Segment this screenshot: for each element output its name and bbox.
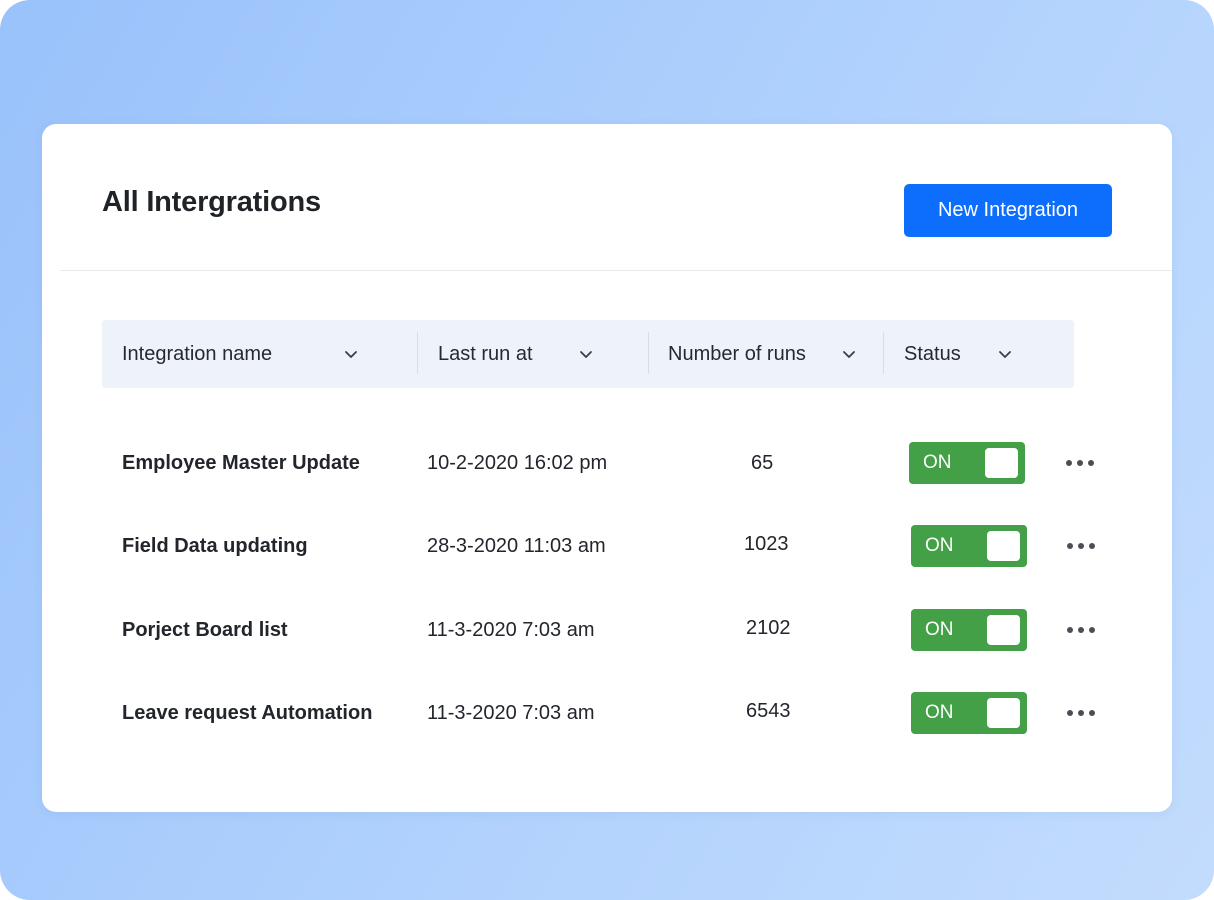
dots-glyph <box>1066 460 1094 466</box>
toggle-knob <box>987 698 1020 728</box>
status-toggle-label: ON <box>925 619 954 640</box>
column-header-label: Last run at <box>438 342 533 365</box>
table-header: Integration name Last run at Number of r… <box>102 320 1074 388</box>
column-separator <box>417 332 418 374</box>
column-header-label: Status <box>904 342 961 365</box>
number-of-runs: 6543 <box>746 699 791 722</box>
chevron-down-icon[interactable] <box>839 344 859 364</box>
number-of-runs: 65 <box>751 451 774 474</box>
column-separator <box>883 332 884 374</box>
dots-glyph <box>1067 543 1095 549</box>
number-of-runs: 2102 <box>746 616 791 639</box>
table-row[interactable]: Leave request Automation 11-3-2020 7:03 … <box>102 671 1112 755</box>
status-toggle-label: ON <box>923 452 952 473</box>
more-horizontal-icon[interactable] <box>1065 618 1097 642</box>
chevron-down-icon[interactable] <box>995 344 1015 364</box>
column-header-number-of-runs[interactable]: Number of runs <box>668 320 878 388</box>
toggle-knob <box>985 448 1018 478</box>
last-run-at: 10-2-2020 16:02 pm <box>427 451 608 474</box>
status-toggle[interactable]: ON <box>911 525 1027 567</box>
status-toggle[interactable]: ON <box>911 609 1027 651</box>
column-header-label: Integration name <box>122 342 273 365</box>
toggle-knob <box>987 531 1020 561</box>
integration-name: Field Data updating <box>122 534 308 557</box>
column-header-last-run-at[interactable]: Last run at <box>438 320 638 388</box>
dots-glyph <box>1067 710 1095 716</box>
background: All Intergrations New Integration Integr… <box>0 0 1214 900</box>
last-run-at: 11-3-2020 7:03 am <box>427 618 595 641</box>
column-header-integration-name[interactable]: Integration name <box>122 320 412 388</box>
more-horizontal-icon[interactable] <box>1064 451 1096 475</box>
column-header-status[interactable]: Status <box>904 320 1044 388</box>
more-horizontal-icon[interactable] <box>1065 701 1097 725</box>
status-toggle-label: ON <box>925 535 954 556</box>
table-row[interactable]: Porject Board list 11-3-2020 7:03 am 210… <box>102 588 1112 672</box>
dots-glyph <box>1067 627 1095 633</box>
new-integration-button[interactable]: New Integration <box>904 184 1112 237</box>
more-horizontal-icon[interactable] <box>1065 534 1097 558</box>
integrations-card: All Intergrations New Integration Integr… <box>42 124 1172 812</box>
chevron-down-icon[interactable] <box>576 344 596 364</box>
status-toggle-label: ON <box>925 702 954 723</box>
header-divider <box>60 270 1172 271</box>
status-toggle[interactable]: ON <box>911 692 1027 734</box>
integration-name: Porject Board list <box>122 618 288 641</box>
last-run-at: 28-3-2020 11:03 am <box>427 534 606 557</box>
column-header-label: Number of runs <box>668 342 806 365</box>
status-toggle[interactable]: ON <box>909 442 1025 484</box>
page-title: All Intergrations <box>102 186 321 218</box>
table-row[interactable]: Employee Master Update 10-2-2020 16:02 p… <box>102 421 1112 505</box>
number-of-runs: 1023 <box>744 532 789 555</box>
integration-name: Employee Master Update <box>122 451 360 474</box>
integration-name: Leave request Automation <box>122 701 373 724</box>
toggle-knob <box>987 615 1020 645</box>
last-run-at: 11-3-2020 7:03 am <box>427 701 595 724</box>
column-separator <box>648 332 649 374</box>
table-row[interactable]: Field Data updating 28-3-2020 11:03 am 1… <box>102 504 1112 588</box>
chevron-down-icon[interactable] <box>341 344 361 364</box>
